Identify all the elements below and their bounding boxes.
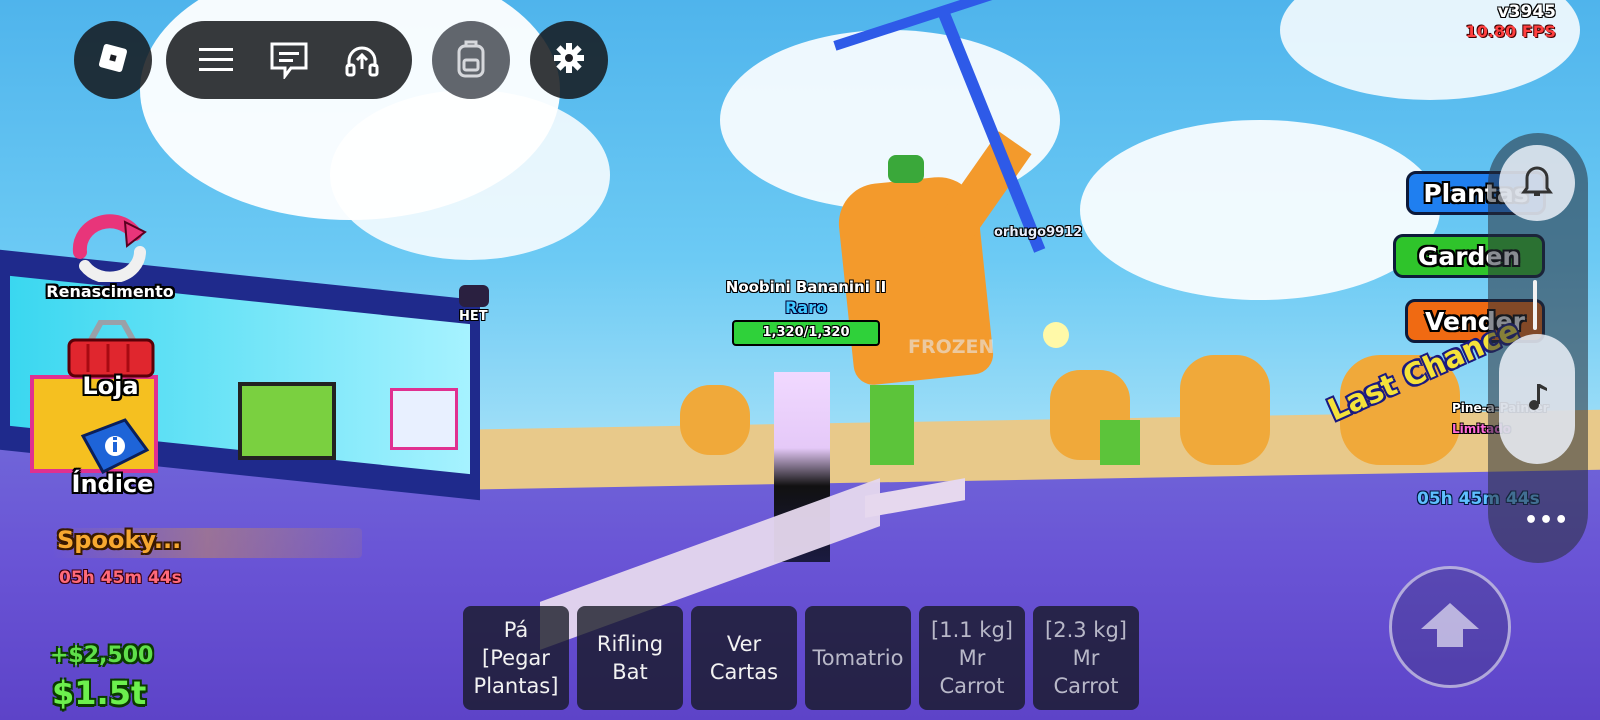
book-icon xyxy=(80,418,149,474)
hotbar-slot-rifling-bat[interactable]: Rifling Bat xyxy=(577,606,683,710)
boss-status-tag: frozen xyxy=(908,336,995,358)
money-total: $1.5t xyxy=(52,674,147,712)
pineapple-crop xyxy=(680,385,750,455)
notification-button[interactable] xyxy=(1499,145,1575,221)
hotbar-slot-view-cards[interactable]: Ver Cartas xyxy=(691,606,797,710)
carrot-leaf xyxy=(888,155,924,183)
hotbar-slot-label: Ver Cartas xyxy=(709,632,779,684)
hotbar-slot-shovel[interactable]: Pá [Pegar Plantas] xyxy=(463,606,569,710)
voice-chat-icon[interactable] xyxy=(340,38,384,82)
rebirth-label: Renascimento xyxy=(46,282,174,301)
cloud xyxy=(330,90,610,260)
health-text: 1,320/1,320 xyxy=(762,325,850,340)
bell-icon xyxy=(1521,164,1553,202)
backpack-icon xyxy=(456,38,486,82)
hotbar-slot-label: [1.1 kg] Mr Carrot xyxy=(931,618,1013,698)
jump-button[interactable] xyxy=(1389,566,1511,688)
more-dots-icon[interactable]: ••• xyxy=(1524,508,1569,533)
npc-name-tag: HET xyxy=(459,309,488,324)
money-gain: +$2,500 xyxy=(50,643,154,668)
music-note-icon xyxy=(1525,382,1549,416)
event-timer: 05h 45m 44s xyxy=(59,568,182,588)
version-label: v3945 xyxy=(1497,2,1556,22)
music-button[interactable] xyxy=(1499,334,1575,464)
side-toolbar-scrollbar[interactable] xyxy=(1533,280,1537,330)
player-plant-rarity: Raro xyxy=(785,298,827,317)
rebirth-icon xyxy=(72,214,147,282)
hotbar-slot-tomatrio[interactable]: Tomatrio xyxy=(805,606,911,710)
other-player-tag: orhugo9912 xyxy=(994,225,1083,240)
seed-card xyxy=(390,388,458,450)
hotbar-slot-label: [2.3 kg] Mr Carrot xyxy=(1045,618,1127,698)
cactus-crop xyxy=(1100,420,1140,465)
shop-button[interactable]: Loja xyxy=(58,320,163,400)
shop-label: Loja xyxy=(82,372,139,400)
health-bar: 1,320/1,320 xyxy=(732,320,880,346)
chat-icon[interactable] xyxy=(267,38,311,82)
seed-card xyxy=(238,382,336,460)
hamburger-menu-icon[interactable] xyxy=(194,38,238,82)
fps-label: 10.80 FPS xyxy=(1465,22,1556,41)
sparkle xyxy=(1043,322,1069,348)
hotbar-slot-label: Tomatrio xyxy=(812,646,904,670)
hotbar-slot-mr-carrot-2[interactable]: [2.3 kg] Mr Carrot xyxy=(1033,606,1139,710)
hotbar-slot-label: Pá [Pegar Plantas] xyxy=(473,618,559,698)
index-label: Índice xyxy=(71,470,154,498)
gear-icon xyxy=(553,42,585,78)
shopping-basket-icon xyxy=(67,320,154,378)
cloud xyxy=(1080,120,1440,300)
hotbar-slot-label: Rifling Bat xyxy=(596,632,664,684)
npc-head xyxy=(459,285,489,307)
rebirth-button[interactable]: Renascimento xyxy=(46,212,174,301)
backpack-button[interactable] xyxy=(432,21,510,99)
hotbar: Pá [Pegar Plantas] Rifling Bat Ver Carta… xyxy=(463,606,1139,710)
settings-button[interactable] xyxy=(530,21,608,99)
roblox-logo-icon xyxy=(96,41,130,79)
jump-arrow-icon xyxy=(1415,599,1485,655)
index-button[interactable]: Índice xyxy=(55,418,170,498)
hotbar-slot-mr-carrot-1[interactable]: [1.1 kg] Mr Carrot xyxy=(919,606,1025,710)
player-plant-name: Noobini Bananini II xyxy=(725,278,887,296)
roblox-menu-button[interactable] xyxy=(74,21,152,99)
topbar-pill xyxy=(166,21,412,99)
player-name-tag: Noobini Bananini II Raro 1,320/1,320 xyxy=(706,278,906,346)
pineapple-crop xyxy=(1180,355,1270,465)
cactus-crop xyxy=(870,385,914,465)
version-info: v3945 10.80 FPS xyxy=(1465,2,1556,42)
event-name[interactable]: Spooky... xyxy=(57,526,181,554)
